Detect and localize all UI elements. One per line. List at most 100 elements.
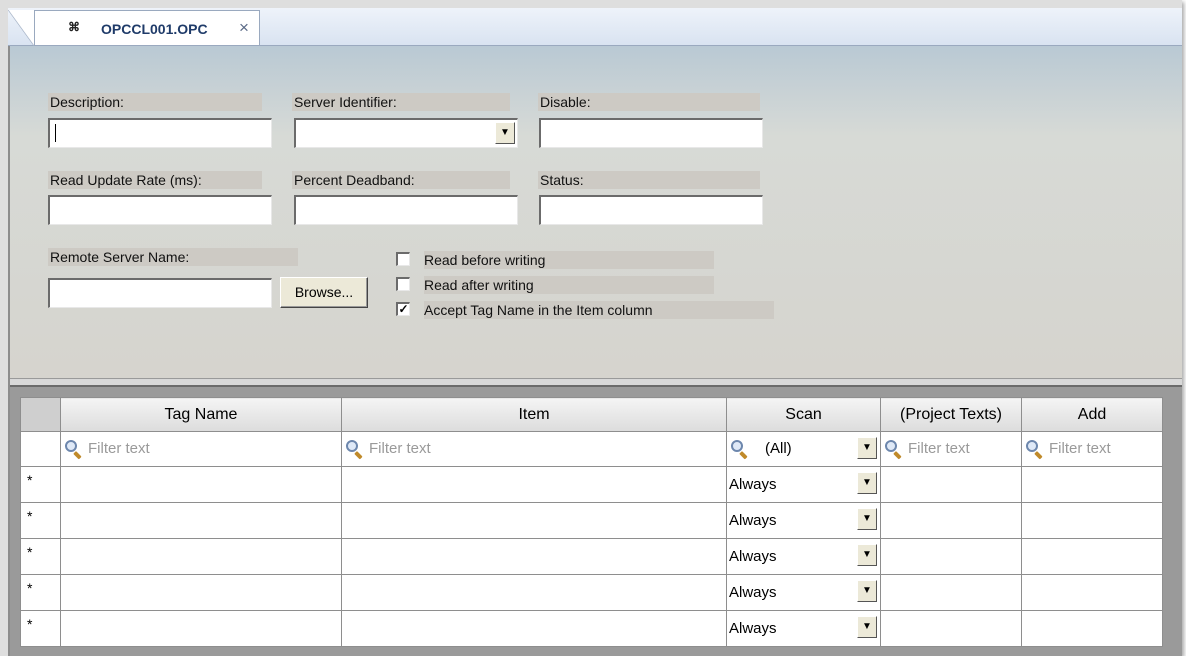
text-caret	[55, 124, 56, 142]
item-cell[interactable]	[341, 610, 727, 647]
scan-filter-value: (All)	[765, 440, 792, 457]
search-icon	[65, 440, 77, 452]
project-texts-cell[interactable]	[880, 574, 1022, 611]
chevron-down-icon[interactable]: ▼	[857, 616, 877, 638]
column-header-add[interactable]: Add	[1021, 397, 1163, 432]
grid-corner	[20, 397, 61, 432]
read-before-writing-checkbox[interactable]: Read before writing	[396, 251, 714, 269]
scan-cell[interactable]: Always ▼	[726, 610, 881, 647]
tag-name-cell[interactable]	[60, 502, 342, 539]
read-after-writing-checkbox[interactable]: Read after writing	[396, 276, 714, 294]
column-header-tag-name[interactable]: Tag Name	[60, 397, 342, 432]
row-marker[interactable]: *	[20, 466, 61, 503]
add-cell[interactable]	[1021, 538, 1163, 575]
add-cell[interactable]	[1021, 502, 1163, 539]
row-marker[interactable]: *	[20, 574, 61, 611]
project-texts-cell[interactable]	[880, 502, 1022, 539]
scan-value: Always	[729, 620, 777, 637]
table-row: * Always ▼	[20, 610, 1163, 647]
scan-value: Always	[729, 476, 777, 493]
row-marker[interactable]: *	[20, 502, 61, 539]
tab-opccl001[interactable]: ⌘ OPCCL001.OPC ×	[8, 10, 260, 46]
search-icon	[885, 440, 897, 452]
filter-scan[interactable]: (All) ▼	[726, 431, 881, 467]
read-after-writing-label: Read after writing	[424, 276, 714, 294]
tag-name-cell[interactable]	[60, 574, 342, 611]
scan-value: Always	[729, 512, 777, 529]
scan-cell[interactable]: Always ▼	[726, 574, 881, 611]
filter-placeholder: Filter text	[908, 440, 970, 457]
table-row: * Always ▼	[20, 538, 1163, 575]
opc-settings-form: Description: Server Identifier: ▼ Disabl…	[10, 46, 1182, 378]
browse-button[interactable]: Browse...	[280, 277, 368, 308]
chevron-down-icon[interactable]: ▼	[857, 472, 877, 494]
filter-placeholder: Filter text	[369, 440, 431, 457]
accept-tag-name-label: Accept Tag Name in the Item column	[424, 301, 774, 319]
tab-strip: ⌘ OPCCL001.OPC ×	[8, 8, 1182, 46]
checkbox-box[interactable]	[396, 252, 410, 266]
status-field[interactable]	[539, 195, 763, 225]
description-label: Description:	[48, 93, 262, 111]
remote-server-name-field[interactable]	[48, 278, 272, 308]
document-window: ⌘ OPCCL001.OPC × Description: Server Ide…	[0, 0, 1182, 656]
row-marker[interactable]: *	[20, 610, 61, 647]
server-identifier-select[interactable]: ▼	[294, 118, 518, 148]
tag-name-cell[interactable]	[60, 610, 342, 647]
opc-server-icon: ⌘	[68, 20, 80, 34]
project-texts-cell[interactable]	[880, 466, 1022, 503]
status-label: Status:	[538, 171, 760, 189]
disable-field[interactable]	[539, 118, 763, 148]
filter-tag-name[interactable]: Filter text	[60, 431, 342, 467]
scan-cell[interactable]: Always ▼	[726, 538, 881, 575]
close-icon[interactable]: ×	[239, 18, 249, 38]
chevron-down-icon[interactable]: ▼	[857, 508, 877, 530]
tab-title: OPCCL001.OPC	[101, 21, 208, 37]
row-header	[20, 431, 61, 467]
project-texts-cell[interactable]	[880, 610, 1022, 647]
table-row: * Always ▼	[20, 466, 1163, 503]
chevron-down-icon[interactable]: ▼	[857, 580, 877, 602]
chevron-down-icon[interactable]: ▼	[495, 122, 515, 144]
tag-name-cell[interactable]	[60, 466, 342, 503]
search-icon	[731, 440, 743, 452]
column-header-scan[interactable]: Scan	[726, 397, 881, 432]
chevron-down-icon[interactable]: ▼	[857, 437, 877, 459]
description-field[interactable]	[48, 118, 272, 148]
search-icon	[346, 440, 358, 452]
disable-label: Disable:	[538, 93, 760, 111]
filter-add[interactable]: Filter text	[1021, 431, 1163, 467]
chevron-down-icon[interactable]: ▼	[857, 544, 877, 566]
filter-item[interactable]: Filter text	[341, 431, 727, 467]
filter-placeholder: Filter text	[88, 440, 150, 457]
table-row: * Always ▼	[20, 502, 1163, 539]
filter-row: Filter text Filter text (All) ▼ Filter te…	[20, 431, 1163, 467]
scan-value: Always	[729, 548, 777, 565]
column-header-project-texts[interactable]: (Project Texts)	[880, 397, 1022, 432]
tag-name-cell[interactable]	[60, 538, 342, 575]
row-marker[interactable]: *	[20, 538, 61, 575]
read-update-rate-label: Read Update Rate (ms):	[48, 171, 262, 189]
column-header-item[interactable]: Item	[341, 397, 727, 432]
checkbox-box[interactable]	[396, 277, 410, 291]
add-cell[interactable]	[1021, 466, 1163, 503]
scan-cell[interactable]: Always ▼	[726, 466, 881, 503]
filter-project-texts[interactable]: Filter text	[880, 431, 1022, 467]
scan-cell[interactable]: Always ▼	[726, 502, 881, 539]
server-identifier-label: Server Identifier:	[292, 93, 510, 111]
item-cell[interactable]	[341, 538, 727, 575]
item-cell[interactable]	[341, 466, 727, 503]
add-cell[interactable]	[1021, 574, 1163, 611]
table-row: * Always ▼	[20, 574, 1163, 611]
read-update-rate-field[interactable]	[48, 195, 272, 225]
add-cell[interactable]	[1021, 610, 1163, 647]
accept-tag-name-checkbox[interactable]: ✓ Accept Tag Name in the Item column	[396, 301, 776, 319]
tag-grid: Tag Name Item Scan (Project Texts) Add F…	[20, 397, 1163, 647]
item-cell[interactable]	[341, 502, 727, 539]
project-texts-cell[interactable]	[880, 538, 1022, 575]
scan-value: Always	[729, 584, 777, 601]
splitter[interactable]	[10, 378, 1182, 387]
item-cell[interactable]	[341, 574, 727, 611]
percent-deadband-field[interactable]	[294, 195, 518, 225]
search-icon	[1026, 440, 1038, 452]
check-icon[interactable]: ✓	[396, 302, 410, 316]
